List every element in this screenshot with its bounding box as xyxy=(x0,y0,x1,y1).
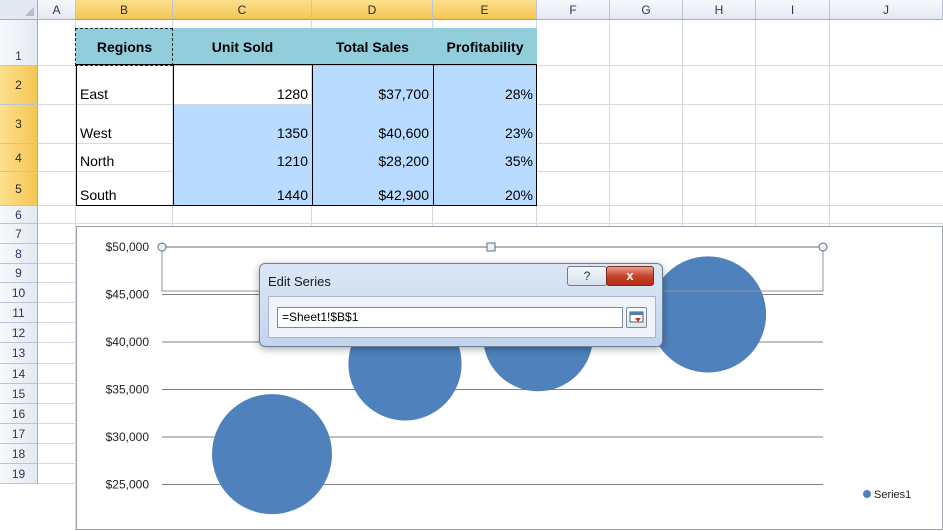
row-header-2[interactable]: 2 xyxy=(0,66,38,105)
column-header-e[interactable]: E xyxy=(433,0,537,20)
edit-series-dialog[interactable]: Edit Series ? x =Sheet1!$B$1 xyxy=(259,263,663,347)
row-header-12[interactable]: 12 xyxy=(0,323,38,343)
row-header-3[interactable]: 3 xyxy=(0,105,38,144)
column-header-b[interactable]: B xyxy=(76,0,173,20)
series-name-input[interactable]: =Sheet1!$B$1 xyxy=(277,307,623,328)
row-header-11[interactable]: 11 xyxy=(0,303,38,323)
table-header-cell[interactable]: Unit Sold xyxy=(173,28,312,66)
column-header-a[interactable]: A xyxy=(38,0,76,20)
column-header-d[interactable]: D xyxy=(312,0,433,20)
column-header-f[interactable]: F xyxy=(537,0,610,20)
row-header-15[interactable]: 15 xyxy=(0,384,38,404)
row-header-9[interactable]: 9 xyxy=(0,264,38,283)
row-header-4[interactable]: 4 xyxy=(0,144,38,172)
y-tick-label: $45,000 xyxy=(106,288,150,302)
row-header-10[interactable]: 10 xyxy=(0,283,38,303)
y-tick-label: $35,000 xyxy=(106,383,150,397)
row-header-8[interactable]: 8 xyxy=(0,244,38,264)
row-header-7[interactable]: 7 xyxy=(0,224,38,244)
close-icon[interactable]: x xyxy=(606,266,654,286)
y-tick-label: $30,000 xyxy=(106,430,150,444)
row-header-1[interactable]: 1 xyxy=(0,20,38,66)
column-header-g[interactable]: G xyxy=(610,0,683,20)
row-header-17[interactable]: 17 xyxy=(0,424,38,444)
row-header-19[interactable]: 19 xyxy=(0,464,38,484)
legend-marker xyxy=(863,490,871,498)
row-header-14[interactable]: 14 xyxy=(0,364,38,384)
collapse-dialog-button[interactable] xyxy=(626,307,647,328)
chart-legend[interactable]: Series1 xyxy=(863,489,911,501)
dialog-title: Edit Series xyxy=(268,274,331,289)
y-tick-label: $40,000 xyxy=(106,335,150,349)
dialog-body: =Sheet1!$B$1 xyxy=(268,296,656,338)
profit-border xyxy=(433,64,537,206)
column-header-h[interactable]: H xyxy=(683,0,756,20)
resize-handle-right[interactable] xyxy=(818,242,828,252)
row-header-16[interactable]: 16 xyxy=(0,404,38,424)
resize-handle-left[interactable] xyxy=(157,242,167,252)
row-header-18[interactable]: 18 xyxy=(0,444,38,464)
bubble-point[interactable] xyxy=(212,394,332,515)
help-icon[interactable]: ? xyxy=(567,266,607,286)
bubble-point[interactable] xyxy=(649,256,767,373)
sales-border xyxy=(312,64,434,206)
column-header-i[interactable]: I xyxy=(756,0,830,20)
legend-label: Series1 xyxy=(874,489,911,501)
column-header-c[interactable]: C xyxy=(173,0,312,20)
y-tick-label: $25,000 xyxy=(106,478,150,492)
copy-marquee xyxy=(75,28,173,66)
row-header-6[interactable]: 6 xyxy=(0,206,38,224)
y-tick-label: $50,000 xyxy=(106,240,150,254)
column-header-j[interactable]: J xyxy=(830,0,943,20)
select-all-corner[interactable] xyxy=(0,0,38,20)
table-header-cell[interactable]: Total Sales xyxy=(312,28,433,66)
table-header-cell[interactable]: Profitability xyxy=(433,28,537,66)
resize-handle-middle[interactable] xyxy=(486,242,496,252)
row-header-13[interactable]: 13 xyxy=(0,343,38,364)
units-border xyxy=(173,64,313,206)
range-select-icon xyxy=(629,311,644,323)
regions-border xyxy=(76,64,174,206)
row-header-5[interactable]: 5 xyxy=(0,172,38,206)
